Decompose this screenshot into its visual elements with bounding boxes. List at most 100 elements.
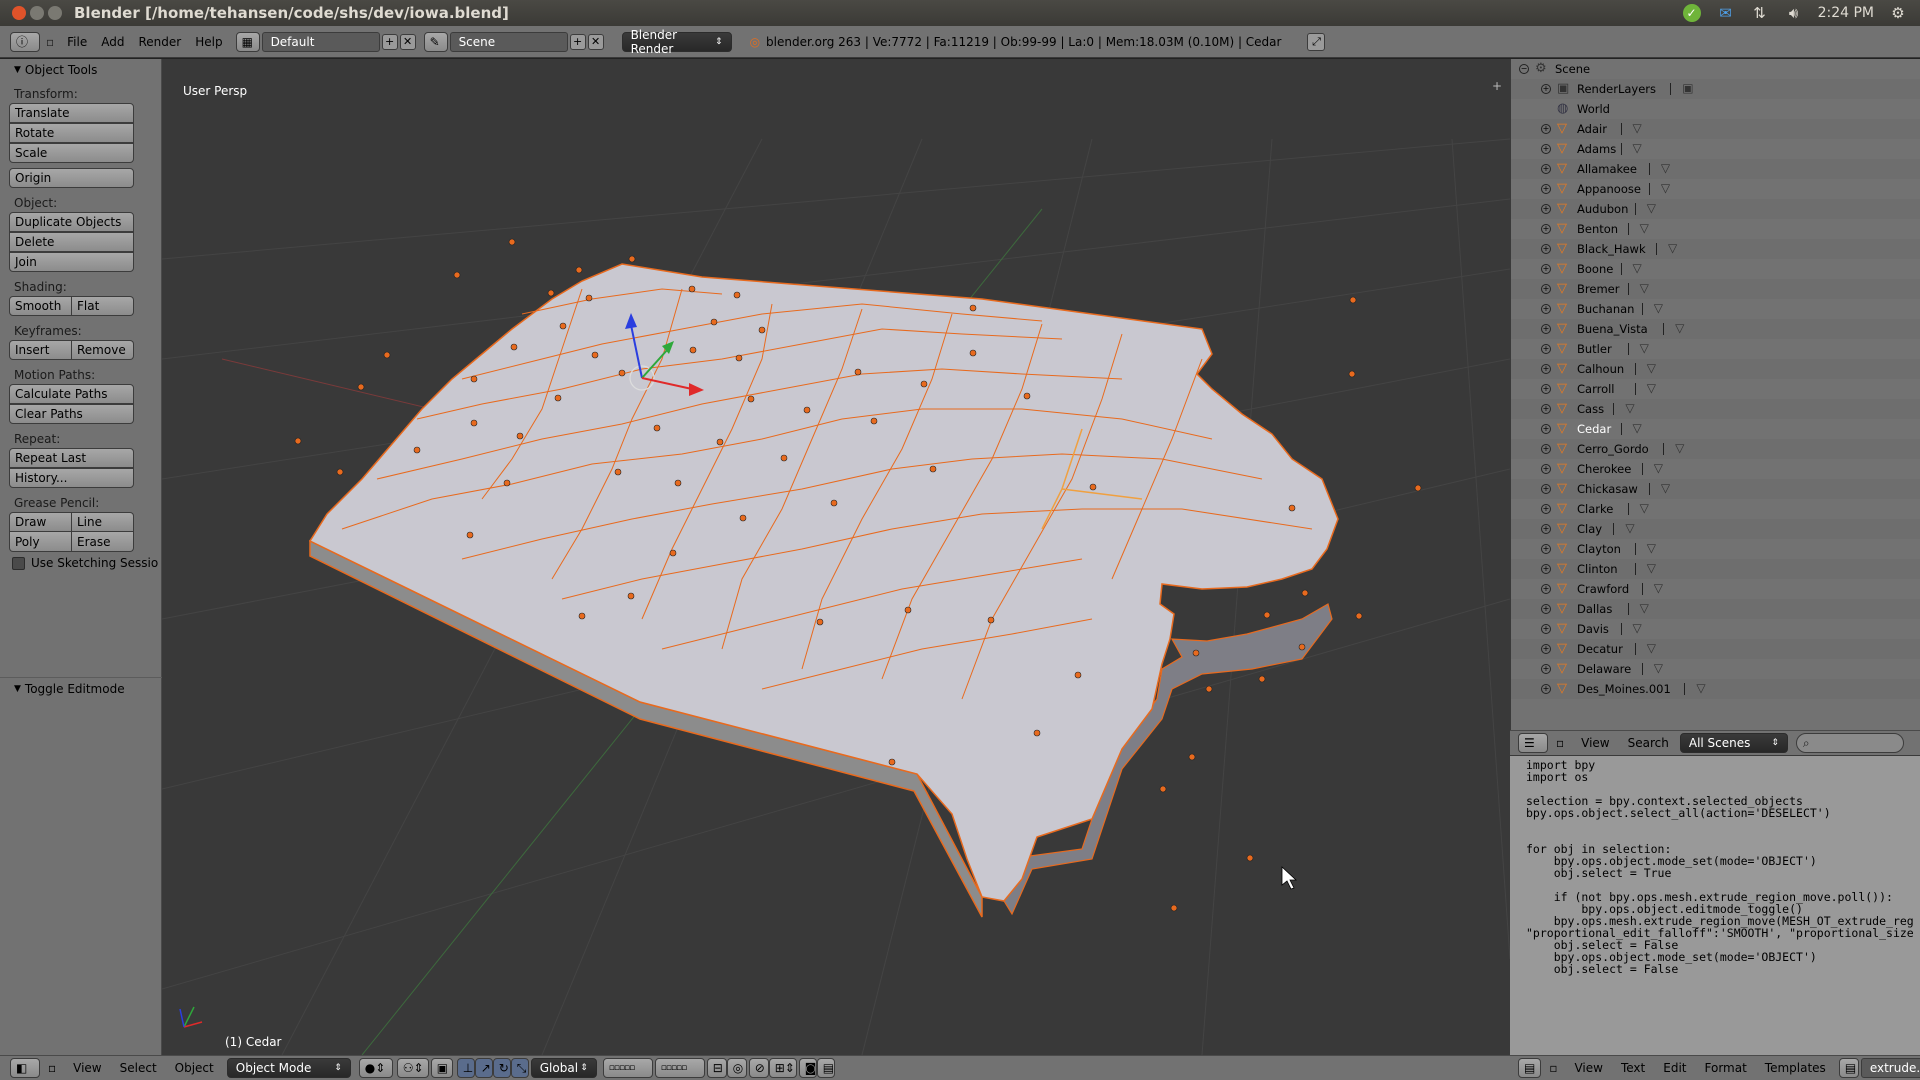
scene-icon[interactable]: ✎ bbox=[423, 31, 448, 52]
snap-element-select[interactable]: ⊞⇕ bbox=[768, 1058, 797, 1078]
text-filename-field[interactable]: extrude.py bbox=[1860, 1058, 1920, 1078]
expand-icon[interactable]: + bbox=[1541, 584, 1551, 594]
outliner-object-row[interactable]: + ▽ Chickasaw ▽ bbox=[1511, 479, 1920, 499]
mesh-data-icon[interactable]: ▽ bbox=[1661, 181, 1674, 195]
mesh-data-icon[interactable]: ▽ bbox=[1640, 601, 1653, 615]
toggle-editmode-panel-header[interactable]: ▼ Toggle Editmode bbox=[0, 677, 162, 696]
rotate-manipulator-icon[interactable]: ↻ bbox=[492, 1058, 511, 1078]
outliner-object-row[interactable]: + ▽ Decatur ▽ bbox=[1511, 639, 1920, 659]
outliner-object-row[interactable]: + ▽ Black_Hawk ▽ bbox=[1511, 239, 1920, 259]
text-menu-templates[interactable]: Templates bbox=[1756, 1061, 1835, 1075]
mesh-data-icon[interactable]: ▽ bbox=[1625, 521, 1638, 535]
mesh-data-icon[interactable]: ▽ bbox=[1675, 321, 1688, 335]
mesh-data-icon[interactable]: ▽ bbox=[1633, 121, 1646, 135]
menu-render[interactable]: Render bbox=[131, 35, 188, 49]
mesh-data-icon[interactable]: ▽ bbox=[1654, 461, 1667, 475]
outliner-object-row[interactable]: + ▽ Audubon ▽ bbox=[1511, 199, 1920, 219]
screen-layout-field[interactable]: Default bbox=[261, 31, 380, 52]
editor-type-button[interactable]: ◧ bbox=[10, 1058, 40, 1078]
outliner-render-layers-row[interactable]: + ▣ RenderLayers ▣ bbox=[1511, 79, 1920, 99]
collapse-icon[interactable]: ▫ bbox=[48, 1061, 56, 1075]
expand-icon[interactable]: + bbox=[1541, 224, 1551, 234]
outliner[interactable]: − ⚙ Scene + ▣ RenderLayers ▣ ◍ World + ▽ Adair ▽ + ▽ Ad… bbox=[1510, 59, 1920, 730]
text-menu-text[interactable]: Text bbox=[1612, 1061, 1654, 1075]
outliner-object-row[interactable]: + ▽ Butler ▽ bbox=[1511, 339, 1920, 359]
join-button[interactable]: Join bbox=[9, 252, 134, 272]
code-line[interactable]: obj.select = True bbox=[1526, 866, 1672, 880]
expand-icon[interactable]: + bbox=[1541, 164, 1551, 174]
mail-icon[interactable]: ✉ bbox=[1716, 3, 1736, 23]
history-button[interactable]: History... bbox=[9, 468, 134, 488]
outliner-object-row[interactable]: + ▽ Cedar ▽ bbox=[1511, 419, 1920, 439]
outliner-object-row[interactable]: + ▽ Appanoose ▽ bbox=[1511, 179, 1920, 199]
flat-button[interactable]: Flat bbox=[72, 296, 134, 316]
text-editor[interactable]: import bpy import os selection = bpy.conte… bbox=[1510, 756, 1920, 1056]
mesh-data-icon[interactable]: ▽ bbox=[1640, 221, 1653, 235]
expand-icon[interactable]: + bbox=[1541, 404, 1551, 414]
expand-icon[interactable]: + bbox=[1541, 264, 1551, 274]
scale-manipulator-icon[interactable]: ⤡ bbox=[510, 1058, 529, 1078]
menu-object[interactable]: Object bbox=[166, 1061, 223, 1075]
mode-select[interactable]: Object Mode ⇕ bbox=[226, 1058, 351, 1078]
expand-icon[interactable]: + bbox=[1541, 124, 1551, 134]
sketching-checkbox[interactable] bbox=[12, 556, 25, 570]
expand-icon[interactable]: + bbox=[1541, 564, 1551, 574]
pivot-select[interactable]: ⚇⇕ bbox=[396, 1058, 429, 1078]
expand-icon[interactable]: + bbox=[1541, 184, 1551, 194]
draw-button[interactable]: Draw bbox=[9, 512, 72, 532]
expand-icon[interactable]: + bbox=[1541, 464, 1551, 474]
origin-button[interactable]: Origin bbox=[9, 168, 134, 188]
close-window-button[interactable] bbox=[12, 6, 26, 20]
mesh-data-icon[interactable]: ▽ bbox=[1633, 141, 1646, 155]
mesh-data-icon[interactable]: ▽ bbox=[1633, 621, 1646, 635]
translate-button[interactable]: Translate bbox=[9, 103, 134, 123]
outliner-scene-row[interactable]: − ⚙ Scene bbox=[1511, 59, 1920, 79]
network-icon[interactable]: ⇅ bbox=[1750, 3, 1770, 23]
mesh-data-icon[interactable]: ▽ bbox=[1661, 161, 1674, 175]
mesh-data-icon[interactable]: ▽ bbox=[1625, 401, 1638, 415]
add-screen-icon[interactable]: + bbox=[381, 33, 398, 50]
outliner-object-row[interactable]: + ▽ Crawford ▽ bbox=[1511, 579, 1920, 599]
mesh-data-icon[interactable]: ▽ bbox=[1647, 541, 1660, 555]
outliner-object-row[interactable]: + ▽ Calhoun ▽ bbox=[1511, 359, 1920, 379]
outliner-menu-view[interactable]: View bbox=[1572, 736, 1618, 750]
translate-manipulator-icon[interactable]: ↗ bbox=[474, 1058, 493, 1078]
menu-view[interactable]: View bbox=[64, 1061, 110, 1075]
outliner-object-row[interactable]: + ▽ Delaware ▽ bbox=[1511, 659, 1920, 679]
expand-icon[interactable]: + bbox=[1541, 344, 1551, 354]
outliner-object-row[interactable]: + ▽ Clay ▽ bbox=[1511, 519, 1920, 539]
layers-grid-1[interactable]: ▫▫▫▫▫ bbox=[602, 1058, 653, 1078]
mesh-data-icon[interactable]: ▽ bbox=[1654, 581, 1667, 595]
fullscreen-icon[interactable]: ⤢ bbox=[1307, 32, 1326, 51]
outliner-object-row[interactable]: + ▽ Cherokee ▽ bbox=[1511, 459, 1920, 479]
expand-icon[interactable]: + bbox=[1541, 684, 1551, 694]
menu-help[interactable]: Help bbox=[188, 35, 229, 49]
mesh-data-icon[interactable]: ▽ bbox=[1647, 561, 1660, 575]
lock-icon[interactable]: ⊟ bbox=[706, 1058, 727, 1078]
outliner-object-row[interactable]: + ▽ Boone ▽ bbox=[1511, 259, 1920, 279]
text-menu-edit[interactable]: Edit bbox=[1654, 1061, 1695, 1075]
expand-icon[interactable]: + bbox=[1541, 204, 1551, 214]
code-line[interactable]: bpy.ops.object.select_all(action='DESELE… bbox=[1526, 806, 1831, 820]
expand-icon[interactable]: + bbox=[1541, 664, 1551, 674]
collapse-icon[interactable]: ▫ bbox=[1549, 1061, 1557, 1075]
iowa-mesh-top[interactable] bbox=[308, 263, 1339, 902]
expand-icon[interactable]: + bbox=[1541, 524, 1551, 534]
expand-icon[interactable]: + bbox=[1541, 244, 1551, 254]
smooth-button[interactable]: Smooth bbox=[9, 296, 72, 316]
outliner-object-row[interactable]: + ▽ Cass ▽ bbox=[1511, 399, 1920, 419]
code-line[interactable]: import os bbox=[1526, 770, 1588, 784]
render-engine-select[interactable]: Blender Render ⇕ bbox=[621, 28, 732, 56]
poly-button[interactable]: Poly bbox=[9, 532, 72, 552]
expand-icon[interactable]: + bbox=[1541, 324, 1551, 334]
volume-icon[interactable]: 🔊︎ bbox=[1784, 3, 1804, 23]
3d-viewport[interactable]: + User Persp (1) Cedar bbox=[162, 59, 1510, 1055]
orientation-select[interactable]: Global ⇕ bbox=[530, 1058, 597, 1078]
insert-keyframe-button[interactable]: Insert bbox=[9, 340, 72, 360]
mesh-data-icon[interactable]: ▽ bbox=[1640, 501, 1653, 515]
delete-button[interactable]: Delete bbox=[9, 232, 134, 252]
mesh-data-icon[interactable]: ▽ bbox=[1647, 641, 1660, 655]
clock[interactable]: 2:24 PM bbox=[1818, 5, 1874, 21]
expand-icon[interactable]: + bbox=[1541, 284, 1551, 294]
expand-icon[interactable]: + bbox=[1541, 304, 1551, 314]
